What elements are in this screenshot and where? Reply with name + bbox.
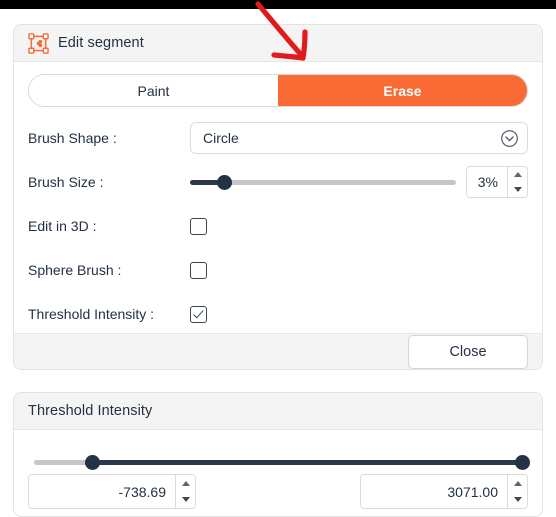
edit-segment-panel: Edit segment Paint Erase Brush Shape : C… <box>13 24 543 370</box>
sphere-brush-checkbox[interactable] <box>190 261 207 279</box>
threshold-max-value: 3071.00 <box>447 483 498 500</box>
threshold-intensity-row: Threshold Intensity : <box>28 298 528 330</box>
close-button[interactable]: Close <box>408 335 528 369</box>
brush-size-slider[interactable] <box>190 166 456 198</box>
brush-size-handle[interactable] <box>217 175 233 190</box>
sphere-brush-label: Sphere Brush : <box>28 262 122 278</box>
threshold-min-decrement[interactable] <box>176 492 195 509</box>
threshold-intensity-title: Threshold Intensity <box>28 403 153 419</box>
threshold-intensity-panel: Threshold Intensity -738.69 3071.00 <box>13 392 543 517</box>
edit-in-3d-row: Edit in 3D : <box>28 210 528 242</box>
threshold-max-stepper-buttons <box>507 475 527 508</box>
brush-size-decrement[interactable] <box>508 182 527 197</box>
erase-mode-button[interactable]: Erase <box>278 75 527 106</box>
top-black-bar <box>0 0 556 9</box>
brush-size-increment[interactable] <box>508 167 527 182</box>
brush-size-value: 3% <box>477 174 498 190</box>
threshold-intensity-label: Threshold Intensity : <box>28 306 155 322</box>
brush-size-label: Brush Size : <box>28 174 104 190</box>
sphere-brush-row: Sphere Brush : <box>28 254 528 286</box>
segment-edit-icon <box>28 32 49 54</box>
edit-segment-header: Edit segment <box>14 25 542 61</box>
threshold-max-increment[interactable] <box>508 475 527 492</box>
threshold-intensity-checkbox[interactable] <box>190 305 207 323</box>
threshold-max-handle[interactable] <box>514 455 530 470</box>
brush-size-row: Brush Size : 3% <box>28 166 528 198</box>
chevron-down-icon <box>501 129 518 147</box>
threshold-min-stepper[interactable]: -738.69 <box>28 474 196 509</box>
brush-size-stepper[interactable]: 3% <box>466 166 528 198</box>
brush-shape-row: Brush Shape : Circle <box>28 122 528 154</box>
threshold-intensity-body: -738.69 3071.00 <box>14 429 542 516</box>
edit-segment-title: Edit segment <box>58 35 144 51</box>
paint-mode-button[interactable]: Paint <box>29 75 278 106</box>
edit-in-3d-label: Edit in 3D : <box>28 218 97 234</box>
brush-shape-select[interactable]: Circle <box>190 122 528 154</box>
brush-shape-label: Brush Shape : <box>28 130 117 146</box>
threshold-range-slider[interactable] <box>34 446 530 470</box>
edit-segment-footer: Close <box>14 334 542 369</box>
paint-erase-toggle: Paint Erase <box>28 74 528 107</box>
threshold-min-stepper-buttons <box>175 475 195 508</box>
threshold-intensity-header: Threshold Intensity <box>14 393 542 429</box>
edit-segment-body: Paint Erase Brush Shape : Circle Brush S… <box>14 61 542 334</box>
brush-shape-value: Circle <box>203 130 239 146</box>
threshold-max-decrement[interactable] <box>508 492 527 509</box>
threshold-track-fill <box>92 460 522 465</box>
threshold-min-handle[interactable] <box>85 455 101 470</box>
threshold-inputs: -738.69 3071.00 <box>28 474 528 509</box>
threshold-min-value: -738.69 <box>118 483 166 500</box>
threshold-max-stepper[interactable]: 3071.00 <box>360 474 528 509</box>
brush-size-stepper-buttons <box>507 167 527 197</box>
threshold-min-increment[interactable] <box>176 475 195 492</box>
edit-in-3d-checkbox[interactable] <box>190 217 207 235</box>
